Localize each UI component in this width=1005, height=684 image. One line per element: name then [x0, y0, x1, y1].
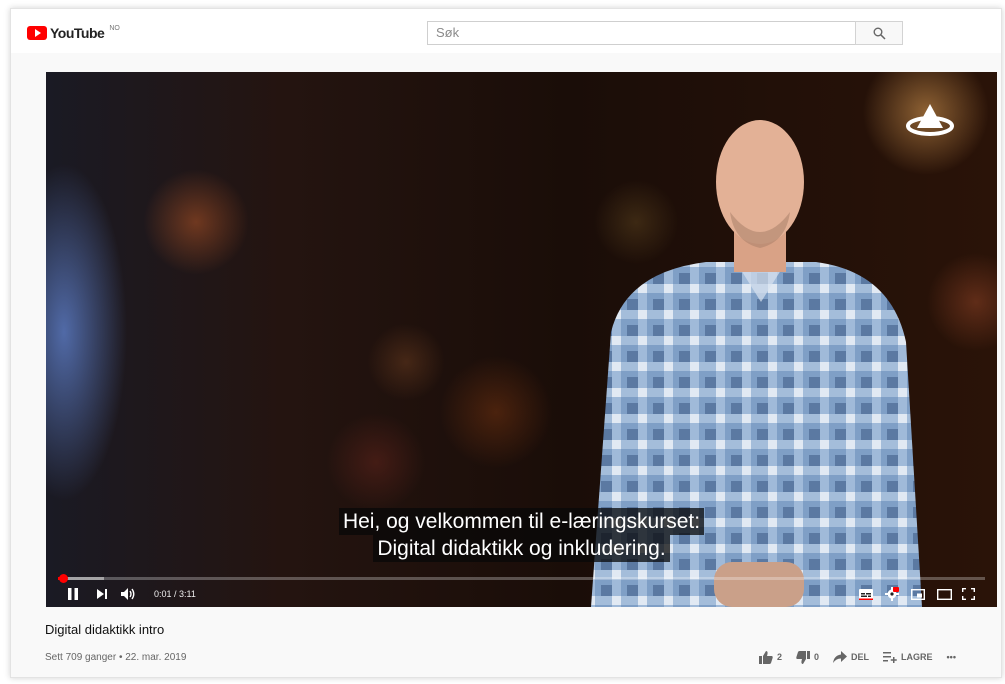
- logo-text: YouTube: [50, 25, 105, 41]
- captions: Hei, og velkommen til e-læringskurset: D…: [46, 508, 997, 562]
- thumbs-down-icon: [796, 650, 811, 664]
- browser-frame: YouTube NO Søk Hei, og velkommen til e-l…: [10, 8, 1002, 678]
- add-to-playlist-icon: [883, 651, 897, 663]
- next-icon: [96, 589, 107, 599]
- volume-icon: [120, 588, 134, 600]
- like-button[interactable]: 2: [759, 650, 783, 664]
- video-player[interactable]: Hei, og velkommen til e-læringskurset: D…: [46, 72, 997, 607]
- search-input[interactable]: Søk: [427, 21, 855, 45]
- thumbs-up-icon: [759, 650, 773, 664]
- share-button[interactable]: DEL: [833, 651, 869, 663]
- youtube-logo[interactable]: YouTube NO: [27, 25, 120, 41]
- miniplayer-button[interactable]: [910, 586, 926, 602]
- subtitles-button[interactable]: [858, 586, 874, 602]
- progress-scrubber[interactable]: [58, 574, 68, 583]
- video-title: Digital didaktikk intro: [45, 622, 165, 637]
- player-controls: 0:01 / 3:11: [46, 584, 997, 606]
- miniplayer-icon: [911, 588, 925, 600]
- like-count: 2: [777, 652, 783, 662]
- share-arrow-icon: [833, 651, 848, 663]
- logo-country-code: NO: [109, 24, 120, 32]
- video-actions: 2 0 DEL LAGRE •••: [759, 649, 970, 665]
- caption-line-1: Hei, og velkommen til e-læringskurset:: [338, 508, 705, 535]
- save-label: LAGRE: [901, 652, 933, 662]
- time-display: 0:01 / 3:11: [154, 589, 196, 599]
- theater-icon: [936, 588, 952, 600]
- dislike-button[interactable]: 0: [796, 650, 820, 664]
- youtube-play-icon: [27, 26, 47, 40]
- search-button[interactable]: [855, 21, 903, 45]
- pause-button[interactable]: [66, 586, 80, 602]
- save-button[interactable]: LAGRE: [883, 651, 933, 663]
- fullscreen-button[interactable]: [960, 586, 976, 602]
- caption-line-2: Digital didaktikk og inkludering.: [373, 535, 670, 562]
- masthead: YouTube NO Søk: [11, 9, 1001, 53]
- theater-mode-button[interactable]: [936, 586, 952, 602]
- subtitles-icon: [859, 588, 873, 600]
- more-icon: •••: [946, 652, 956, 662]
- share-label: DEL: [851, 652, 870, 662]
- settings-button[interactable]: [884, 586, 900, 602]
- next-button[interactable]: [96, 586, 108, 602]
- search-icon: [873, 27, 886, 40]
- more-actions-button[interactable]: •••: [947, 652, 956, 662]
- fullscreen-icon: [961, 588, 975, 600]
- gear-icon: [885, 587, 899, 601]
- video-meta: Sett 709 ganger • 22. mar. 2019: [45, 652, 187, 663]
- volume-button[interactable]: [120, 586, 136, 602]
- progress-bar[interactable]: [58, 574, 985, 583]
- pause-icon: [68, 588, 78, 600]
- dislike-count: 0: [814, 652, 820, 662]
